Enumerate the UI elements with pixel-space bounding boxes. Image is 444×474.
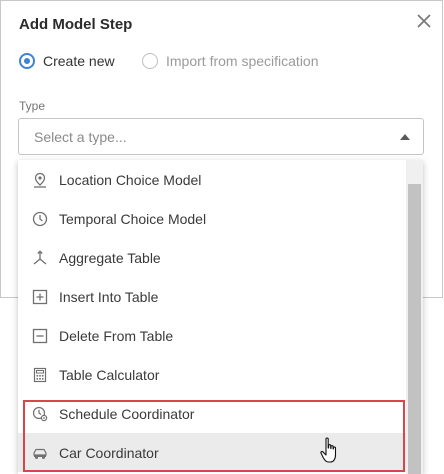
clock-gear-icon [32,406,48,421]
menu-item-label: Table Calculator [59,366,160,383]
calculator-icon [33,367,47,382]
menu-item-label: Temporal Choice Model [59,210,207,227]
aggregate-icon [33,249,47,264]
radio-create-new-label: Create new [43,53,115,69]
car-icon [33,448,47,459]
type-dropdown-menu: Location Choice Model Temporal Choice Mo… [18,160,423,474]
radio-unselected-icon[interactable] [142,53,158,69]
minus-box-icon [32,328,48,343]
menu-item-label: Aggregate Table [59,249,161,266]
radio-selected-icon[interactable] [19,53,35,69]
radio-import-spec-label: Import from specification [166,53,319,69]
menu-scrollbar-thumb[interactable] [408,184,421,474]
caret-up-icon [400,134,410,140]
radio-create-new[interactable]: Create new [19,53,115,69]
menu-item-insert-into-table[interactable]: Insert Into Table [18,277,406,316]
type-select[interactable]: Select a type... [18,118,424,155]
clock-icon [32,211,48,226]
location-pin-icon [34,172,46,188]
type-label: Type [19,99,46,113]
menu-item-location-choice-model[interactable]: Location Choice Model [18,160,406,199]
menu-item-car-coordinator[interactable]: Car Coordinator [18,433,406,472]
menu-item-delete-from-table[interactable]: Delete From Table [18,316,406,355]
menu-item-label: Schedule Coordinator [59,405,195,422]
menu-item-aggregate-table[interactable]: Aggregate Table [18,238,406,277]
type-select-placeholder: Select a type... [34,129,127,145]
hand-pointer-icon [320,437,337,463]
menu-item-label: Location Choice Model [59,171,202,188]
dialog-title: Add Model Step [19,16,133,33]
close-icon[interactable] [413,10,435,32]
menu-item-table-calculator[interactable]: Table Calculator [18,355,406,394]
menu-scrollbar[interactable] [406,160,423,474]
plus-box-icon [32,289,48,304]
menu-item-label: Insert Into Table [59,288,159,305]
menu-item-label: Car Coordinator [59,444,159,461]
menu-item-schedule-coordinator[interactable]: Schedule Coordinator [18,394,406,433]
menu-item-label: Delete From Table [59,327,174,344]
menu-item-temporal-choice-model[interactable]: Temporal Choice Model [18,199,406,238]
radio-import-spec[interactable]: Import from specification [142,53,319,69]
